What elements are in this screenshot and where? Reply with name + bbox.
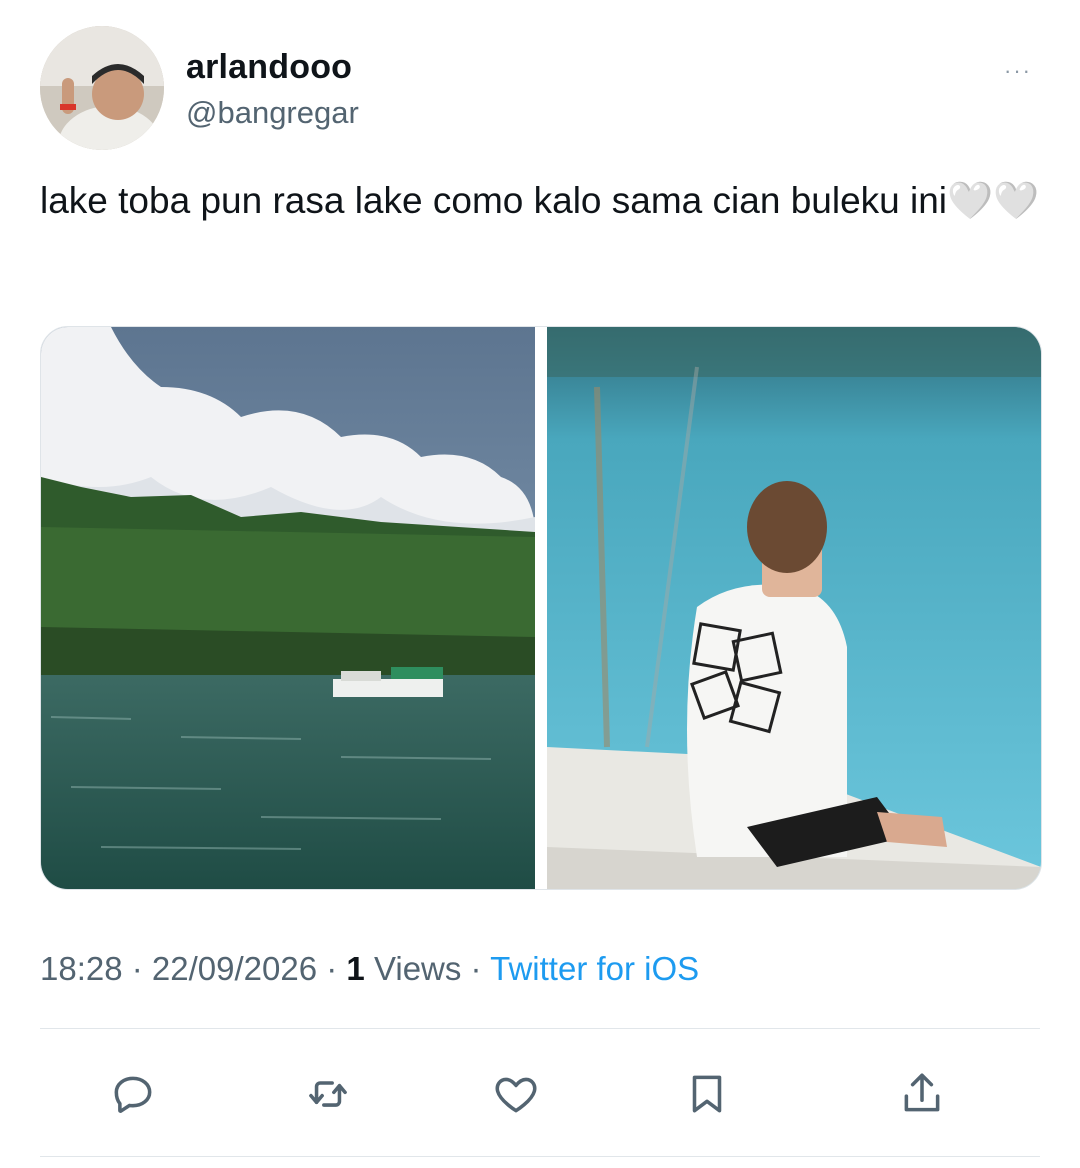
share-icon [904, 1073, 940, 1112]
divider [40, 1156, 1040, 1157]
person-by-water-photo[interactable] [547, 327, 1041, 889]
retweet-button[interactable] [302, 1068, 354, 1120]
retweet-icon [309, 1081, 347, 1107]
lake-landscape-photo[interactable] [41, 327, 535, 889]
more-options-button[interactable]: ··· [1004, 58, 1032, 84]
like-button[interactable] [490, 1068, 542, 1120]
like-icon [495, 1077, 537, 1113]
avatar[interactable] [40, 26, 164, 150]
tweet-source-link[interactable]: Twitter for iOS [490, 950, 699, 987]
tweet-time[interactable]: 18:28 [40, 950, 123, 987]
views-label: Views [364, 950, 462, 987]
action-bar [40, 1062, 1040, 1124]
bookmark-icon [692, 1075, 722, 1113]
tweet-date[interactable]: 22/09/2026 [152, 950, 317, 987]
meta-separator: · [122, 950, 152, 987]
tweet-meta: 18:28 · 22/09/2026 · 1 Views · Twitter f… [40, 950, 699, 988]
divider [40, 1028, 1040, 1029]
user-handle[interactable]: @bangregar [186, 95, 359, 131]
views-count: 1 [346, 950, 365, 987]
tweet-media[interactable] [40, 326, 1042, 890]
reply-icon [114, 1076, 152, 1113]
tweet-text: lake toba pun rasa lake como kalo sama c… [40, 180, 1040, 221]
bookmark-button[interactable] [681, 1068, 733, 1120]
display-name[interactable]: arlandooo [186, 48, 352, 87]
share-button[interactable] [896, 1068, 948, 1120]
meta-separator: · [461, 950, 491, 987]
meta-separator: · [317, 950, 347, 987]
reply-button[interactable] [107, 1068, 159, 1120]
